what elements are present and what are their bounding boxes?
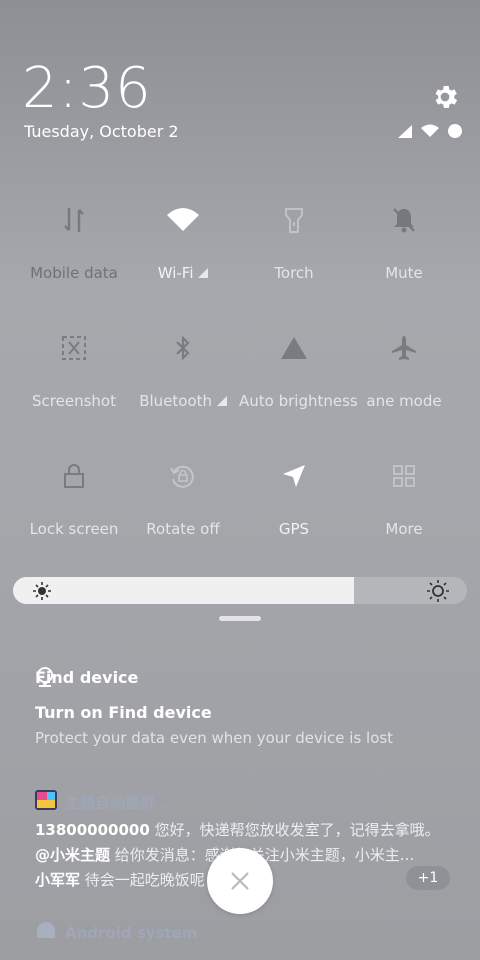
chevron-down-icon[interactable]: ⌄ <box>160 797 170 811</box>
expand-arrow-icon <box>198 268 209 278</box>
tile-label: Lock screen <box>29 520 119 538</box>
more-count-badge[interactable]: +1 <box>406 866 450 890</box>
brightness-slider[interactable] <box>13 577 467 604</box>
airplane-icon <box>392 336 416 360</box>
tile-label: More <box>385 520 423 538</box>
grid-icon <box>393 465 415 487</box>
close-icon <box>231 872 249 890</box>
rotate-icon <box>170 465 194 488</box>
tile-wifi[interactable]: Wi-Fi <box>128 200 238 300</box>
tile-label: Mute <box>385 264 423 282</box>
tile-label: Bluetooth <box>139 392 213 410</box>
tile-label: Screenshot <box>32 392 116 410</box>
mute-icon <box>393 208 415 233</box>
tile-label: Mobile data <box>30 264 118 282</box>
bluetooth-icon <box>176 335 190 361</box>
torch-icon <box>285 208 303 233</box>
notification-app-name: Android system <box>65 924 198 942</box>
wifi-icon <box>167 208 199 231</box>
wifi-icon <box>421 124 439 137</box>
tile-rotate[interactable]: Rotate off <box>128 456 238 556</box>
brightness-low-icon <box>33 582 51 600</box>
brightness-high-icon <box>427 580 449 602</box>
tile-more[interactable]: More <box>349 456 459 556</box>
drag-handle[interactable] <box>219 616 261 621</box>
tile-bluetooth[interactable]: Bluetooth <box>128 328 238 428</box>
message-line[interactable]: 小军军 待会一起吃晚饭呢 <box>35 869 215 890</box>
message-sender: 13800000000 <box>35 821 150 839</box>
tile-label: Auto brightness <box>239 392 358 410</box>
tile-mobile-data[interactable]: Mobile data <box>19 200 129 300</box>
android-icon <box>37 922 55 938</box>
clock-time: 2:36 <box>22 56 152 121</box>
gear-icon[interactable] <box>430 82 460 112</box>
brightness-fill <box>13 577 354 604</box>
tile-screenshot[interactable]: Screenshot <box>19 328 129 428</box>
notification-app-name: Find device <box>35 668 139 687</box>
tile-lock-screen[interactable]: Lock screen <box>19 456 129 556</box>
message-line[interactable]: 13800000000 您好，快递帮您放收发室了，记得去拿哦。 <box>35 819 435 840</box>
tile-label: Rotate off <box>146 520 220 538</box>
tile-mute[interactable]: Mute <box>349 200 459 300</box>
battery-icon <box>448 124 462 138</box>
date-label: Tuesday, October 2 <box>24 122 179 141</box>
tile-label: Torch <box>274 264 314 282</box>
clear-all-button[interactable] <box>207 848 273 914</box>
tile-label: ane mode <box>366 392 442 410</box>
tile-torch[interactable]: Torch <box>239 200 349 300</box>
message-text: 您好，快递帮您放收发室了，记得去拿哦。 <box>154 821 435 839</box>
status-bar-icons <box>398 124 462 138</box>
notification-app-name: 主题自动截屏 <box>65 794 156 812</box>
tile-label: GPS <box>278 520 310 538</box>
message-sender: 小军军 <box>35 871 81 889</box>
mobile-data-icon <box>64 208 84 232</box>
auto-brightness-icon <box>281 337 307 359</box>
tile-label: Wi-Fi <box>157 264 194 282</box>
gps-icon <box>283 465 305 487</box>
screenshot-icon <box>62 336 86 360</box>
lock-icon <box>64 464 84 488</box>
notification-body: Protect your data even when your device … <box>35 729 394 747</box>
theme-app-icon <box>35 790 57 810</box>
tile-auto-brightness[interactable]: Auto brightness <box>239 328 358 428</box>
notification-title[interactable]: Turn on Find device <box>35 703 212 722</box>
signal-icon <box>398 125 412 138</box>
tile-airplane-mode[interactable]: ane mode <box>349 328 459 428</box>
expand-arrow-icon <box>216 396 227 406</box>
tile-gps[interactable]: GPS <box>239 456 349 556</box>
message-text: 待会一起吃晚饭呢 <box>84 871 205 889</box>
message-sender: @小米主题 <box>35 846 111 864</box>
